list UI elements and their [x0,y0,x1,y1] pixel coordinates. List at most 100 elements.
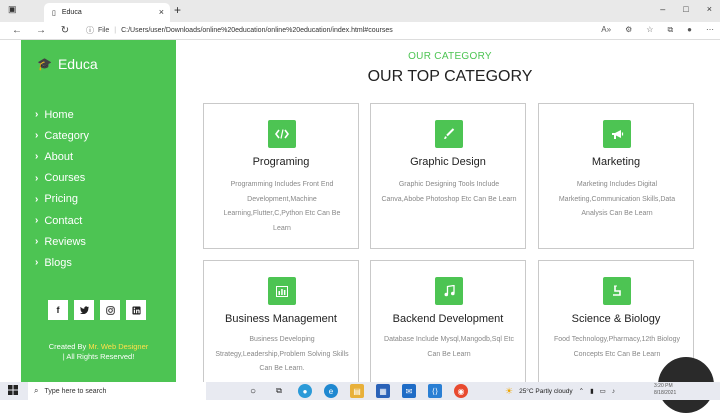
sidebar-item-pricing[interactable]: › Pricing [35,189,89,210]
brush-icon [435,120,463,148]
weather-text[interactable]: 25°C Partly cloudy [519,388,573,395]
more-icon[interactable]: ⋯ [706,25,714,35]
sidebar-item-label: Pricing [44,193,78,206]
category-card-graphic-design[interactable]: Graphic Design Graphic Designing Tools I… [370,103,526,249]
favorites-icon[interactable]: ☆ [646,25,653,35]
category-card-backend-development[interactable]: Backend Development Database Include Mys… [370,260,526,382]
volume-icon[interactable]: ♪ [612,388,615,395]
page-icon: ▯ [52,9,56,17]
maximize-button[interactable]: □ [683,4,688,14]
credit-text: Created By Mr. Web Designer | All Rights… [21,342,176,362]
card-description: Business Developing Strategy,Leadership,… [215,336,349,372]
sidebar-item-label: Courses [44,172,86,185]
network-icon[interactable]: ▮ [590,387,594,395]
sidebar-item-contact[interactable]: › Contact [35,210,89,231]
taskbar-search-placeholder: Type here to search [44,387,107,395]
sidebar-item-home[interactable]: › Home [35,104,89,125]
sidebar: 🎓 Educa › Home › Category › About › Courses … [21,40,176,382]
collections-icon[interactable]: ⧉ [667,25,673,35]
sidebar-menu: › Home › Category › About › Courses › Pricing… [35,104,89,274]
battery-icon[interactable]: ▭ [600,387,606,395]
sidebar-item-label: Home [44,108,74,121]
windows-start-icon[interactable] [8,385,20,397]
brand-logo[interactable]: 🎓 Educa [37,56,98,72]
credit-prefix: Created By [48,342,87,351]
graduation-cap-icon: 🎓 [37,57,52,71]
card-description: Food Technology,Pharmacy,12th Biology Co… [553,336,681,358]
chrome-icon[interactable]: ● [298,384,312,398]
clock-date: 8/18/2021 [654,390,677,396]
tab-actions: ▣ [8,4,17,15]
cortana-icon[interactable]: ○ [246,384,260,398]
browser-app-icon[interactable]: ◉ [454,384,468,398]
megaphone-icon [603,120,631,148]
chevron-right-icon: › [35,236,39,248]
credit-suffix: | All Rights Reserved! [62,352,135,361]
extensions-icon[interactable]: ⚙ [625,25,632,35]
sidebar-item-blogs[interactable]: › Blogs [35,252,89,273]
card-title: Graphic Design [410,156,486,168]
card-title: Business Management [225,313,337,325]
sidebar-item-label: Blogs [44,256,72,269]
chevron-right-icon: › [35,215,39,227]
card-description: Marketing Includes Digital Marketing,Com… [558,181,676,217]
twitter-icon[interactable] [74,300,94,320]
facebook-icon[interactable]: f [48,300,68,320]
chart-icon [268,277,296,305]
new-tab-button[interactable]: + [174,3,181,17]
category-card-programing[interactable]: Programing Programming Includes Front En… [203,103,359,249]
url-field[interactable]: C:/Users/user/Downloads/online%20educati… [121,27,393,34]
sidebar-item-label: About [44,150,74,163]
read-aloud-icon[interactable]: A» [601,25,611,35]
sidebar-item-courses[interactable]: › Courses [35,168,89,189]
chevron-right-icon: › [35,130,39,142]
screen: ▣ ▯ Educa × + – □ × ← → ↻ ⓘ File | C:/Us… [0,0,720,415]
code-icon [268,120,296,148]
task-view-icon[interactable]: ⧉ [272,384,286,398]
browser-tab-bar: ▣ ▯ Educa × + – □ × [0,0,720,22]
sidebar-item-label: Category [44,129,89,142]
brand-name: Educa [57,56,98,72]
music-icon [435,277,463,305]
chevron-right-icon: › [35,193,39,205]
store-icon[interactable]: ▦ [376,384,390,398]
card-description: Graphic Designing Tools Include Canva,Ab… [381,181,517,203]
window-controls: – □ × [660,4,712,14]
tab-title: Educa [61,9,82,16]
sidebar-item-category[interactable]: › Category [35,125,89,146]
file-explorer-icon[interactable]: ▤ [350,384,364,398]
category-card-business-management[interactable]: Business Management Business Developing … [203,260,359,382]
category-card-marketing[interactable]: Marketing Marketing Includes Digital Mar… [538,103,694,249]
browser-tab[interactable]: ▯ Educa × [44,3,170,22]
vscode-icon[interactable]: ⟨⟩ [428,384,442,398]
section-kicker: OUR CATEGORY [408,51,492,62]
sidebar-item-about[interactable]: › About [35,146,89,167]
info-icon[interactable]: ⓘ [86,25,94,36]
instagram-icon[interactable] [100,300,120,320]
tab-actions-icon[interactable]: ▣ [8,4,17,15]
tray-overflow-icon[interactable]: ⌃ [579,387,584,395]
close-tab-icon[interactable]: × [159,7,164,17]
linkedin-icon[interactable] [126,300,146,320]
flask-icon [603,277,631,305]
card-title: Science & Biology [571,313,661,325]
taskbar-search[interactable]: ⌕ Type here to search [28,382,206,400]
profile-icon[interactable]: ● [687,25,692,35]
credit-name[interactable]: Mr. Web Designer [88,342,148,351]
sidebar-item-reviews[interactable]: › Reviews [35,231,89,252]
card-title: Marketing [591,156,641,168]
card-description: Database Include Mysql,Mangodb,Sql Etc C… [384,336,514,358]
weather-icon: ☀ [505,385,514,396]
chevron-right-icon: › [35,257,39,269]
minimize-button[interactable]: – [660,4,665,14]
back-icon[interactable]: ← [10,25,24,36]
chevron-right-icon: › [35,151,39,163]
taskbar-clock[interactable]: 3:20 PM 8/18/2021 [654,383,676,397]
address-separator: | [114,27,117,34]
edge-icon[interactable]: e [324,384,338,398]
mail-icon[interactable]: ✉ [402,384,416,398]
refresh-icon[interactable]: ↻ [58,25,72,36]
forward-icon[interactable]: → [34,25,48,36]
close-window-button[interactable]: × [707,4,712,14]
clock-time: 3:20 PM [654,383,673,389]
